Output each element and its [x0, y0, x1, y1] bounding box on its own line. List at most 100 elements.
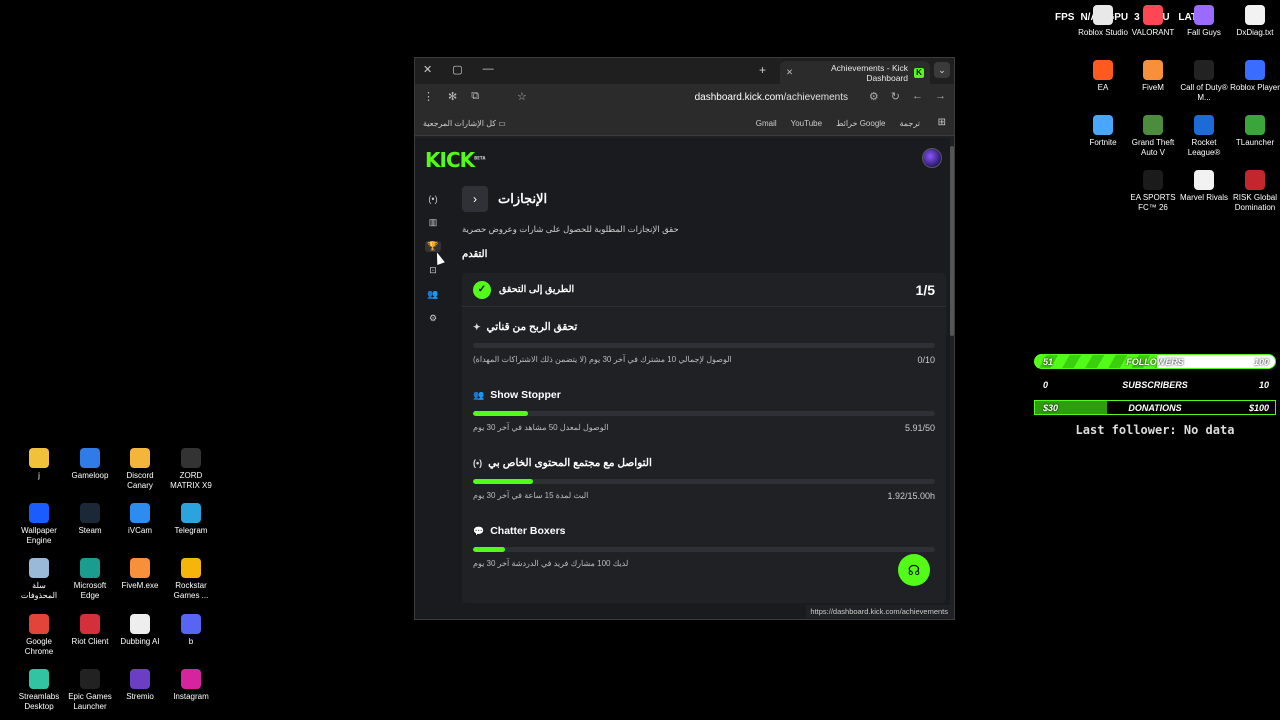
bookmark-item[interactable]: Gmail — [756, 119, 777, 128]
desktop-shortcut[interactable]: Riot Client — [64, 614, 116, 647]
reload-icon[interactable]: ↻ — [891, 90, 900, 103]
close-window-icon[interactable]: ✕ — [423, 63, 432, 76]
desktop-shortcut[interactable]: FiveM — [1127, 60, 1179, 93]
back-icon[interactable]: → — [935, 90, 946, 103]
desktop-shortcut[interactable]: TLauncher — [1229, 115, 1280, 148]
desktop-shortcut[interactable]: b — [165, 614, 217, 647]
close-tab-icon[interactable]: ✕ — [786, 67, 793, 78]
card-title: الطريق إلى التحقق — [499, 284, 575, 295]
desktop-shortcut[interactable]: j — [13, 448, 65, 481]
minimize-window-icon[interactable]: — — [483, 63, 494, 76]
new-tab-icon[interactable]: + — [759, 63, 766, 77]
desktop-shortcut[interactable]: Instagram — [165, 669, 217, 702]
desktop-shortcut[interactable]: Microsoft Edge — [64, 558, 116, 601]
sidebar-item-settings-icon[interactable]: ⚙ — [425, 313, 441, 324]
kick-logo[interactable]: KICKBETA — [425, 148, 485, 172]
logo-text: KICK — [425, 148, 475, 172]
desktop-shortcut-label: Roblox Player — [1230, 83, 1280, 92]
desktop-shortcut[interactable]: Epic Games Launcher — [64, 669, 116, 712]
achievement-progress-text: 1.92/15.00h — [887, 491, 935, 501]
desktop-shortcut[interactable]: Grand Theft Auto V — [1127, 115, 1179, 158]
achievement-name-row: ✦ تحقق الربح من قناتي — [473, 321, 577, 333]
back-button[interactable]: › — [462, 186, 488, 212]
desktop-shortcut[interactable]: Roblox Player — [1229, 60, 1280, 93]
chrome-icon — [29, 614, 49, 634]
desktop-shortcut[interactable]: Fall Guys — [1178, 5, 1230, 38]
sparkle-icon: ✦ — [473, 321, 481, 332]
avatar[interactable] — [922, 148, 942, 168]
page-subtitle: حقق الإنجازات المطلوبة للحصول على شارات … — [462, 224, 679, 234]
call-of-duty-icon — [1194, 60, 1214, 80]
desktop-shortcut[interactable]: iVCam — [114, 503, 166, 536]
achievement-name-row: 👥 Show Stopper — [473, 389, 561, 401]
desktop-shortcut[interactable]: Rockstar Games ... — [165, 558, 217, 601]
sidebar-item-analytics-icon[interactable]: ▥ — [425, 217, 441, 228]
desktop-shortcut[interactable]: Steam — [64, 503, 116, 536]
screenshot-icon[interactable]: ⧉ — [471, 90, 479, 103]
desktop-shortcut[interactable]: Stremio — [114, 669, 166, 702]
desktop-shortcut-label: Call of Duty® M... — [1180, 83, 1228, 102]
sidebar-item-community-icon[interactable]: 👥 — [425, 289, 441, 300]
card-count: 1/5 — [915, 281, 935, 298]
desktop-shortcut[interactable]: RISK Global Domination — [1229, 170, 1280, 213]
desktop-shortcut[interactable]: FiveM.exe — [114, 558, 166, 591]
sidebar-item-moderation-icon[interactable]: ⊡ — [425, 265, 441, 276]
valorant-icon — [1143, 5, 1163, 25]
bookmark-star-icon[interactable]: ☆ — [517, 90, 527, 103]
desktop-shortcut[interactable]: Telegram — [165, 503, 217, 536]
tab-search-chevron-icon[interactable]: ⌄ — [934, 62, 950, 78]
forward-icon[interactable]: ← — [912, 90, 923, 103]
roblox-player-icon — [1245, 60, 1265, 80]
desktop-shortcut[interactable]: VALORANT — [1127, 5, 1179, 38]
desktop-shortcut-label: b — [188, 637, 194, 646]
scrollbar-thumb[interactable] — [950, 146, 954, 336]
browser-window: ✕ ▢ — + ✕ Achievements - Kick Dashboard … — [414, 57, 955, 620]
sidebar-item-stream-icon[interactable]: (•) — [425, 194, 441, 204]
address-bar[interactable]: dashboard.kick.com/achievements — [695, 92, 848, 103]
desktop-shortcut[interactable]: ZORD MATRIX X9 — [165, 448, 217, 491]
achievement-progress-fill — [473, 479, 534, 484]
apps-grid-icon[interactable]: ⊞ — [938, 117, 946, 128]
sidebar-item-achievements-icon[interactable]: 🏆 — [425, 241, 441, 252]
extensions-icon[interactable]: ✻ — [448, 90, 457, 103]
users-icon: 👥 — [473, 389, 485, 400]
desktop-shortcut[interactable]: Wallpaper Engine — [13, 503, 65, 546]
desktop: FPSN/A GPU3 CPU LATA Roblox StudioVALORA… — [0, 0, 1280, 720]
desktop-shortcut[interactable]: Google Chrome — [13, 614, 65, 657]
desktop-shortcut[interactable]: Discord Canary — [114, 448, 166, 491]
achievement-progress-fill — [473, 547, 506, 552]
desktop-shortcut[interactable]: Streamlabs Desktop — [13, 669, 65, 712]
tab-achievements[interactable]: ✕ Achievements - Kick Dashboard K — [780, 61, 930, 84]
bookmark-item[interactable]: خرائط Google — [836, 119, 885, 128]
desktop-shortcut[interactable]: Call of Duty® M... — [1178, 60, 1230, 103]
desktop-shortcut[interactable]: Dubbing AI — [114, 614, 166, 647]
site-settings-icon[interactable]: ⚙ — [869, 90, 879, 103]
subscribers-goal-bar: 0 SUBSCRIBERS 10 — [1034, 377, 1276, 392]
desktop-shortcut-label: iVCam — [127, 526, 152, 535]
desktop-shortcut[interactable]: Rocket League® — [1178, 115, 1230, 158]
desktop-shortcut[interactable]: DxDiag.txt — [1229, 5, 1280, 38]
desktop-shortcut[interactable]: سلة المحذوفات — [13, 558, 65, 601]
support-chat-button[interactable]: ☊ — [898, 554, 930, 586]
folder-icon — [29, 448, 49, 468]
desktop-shortcut[interactable]: EA SPORTS FC™ 26 — [1127, 170, 1179, 213]
desktop-shortcut[interactable]: Gameloop — [64, 448, 116, 481]
section-title: التقدم — [462, 249, 488, 260]
chat-icon: 💬 — [473, 525, 485, 536]
desktop-shortcut[interactable]: Marvel Rivals — [1178, 170, 1230, 203]
desktop-shortcut[interactable]: EA — [1077, 60, 1129, 93]
menu-kebab-icon[interactable]: ⋮ — [423, 90, 434, 103]
desktop-shortcut[interactable]: Roblox Studio — [1077, 5, 1129, 38]
stream-goals-widget: 51 FOLLOWERS 100 0 SUBSCRIBERS 10 $30 DO… — [1034, 354, 1276, 437]
desktop-shortcut[interactable]: Fortnite — [1077, 115, 1129, 148]
achievement-item: 👥 Show Stopper الوصول لمعدل 50 مشاهد في آخ… — [473, 375, 935, 443]
subscribers-label: SUBSCRIBERS — [1122, 380, 1188, 390]
maximize-window-icon[interactable]: ▢ — [452, 63, 462, 76]
tab-title: Achievements - Kick Dashboard — [831, 62, 908, 83]
bookmark-item[interactable]: YouTube — [791, 119, 822, 128]
donations-label: DONATIONS — [1128, 403, 1182, 413]
achievement-progress-text: 5.91/50 — [904, 423, 935, 433]
all-bookmarks[interactable]: كل الإشارات المرجعية ▭ — [423, 119, 506, 128]
marvel-rivals-file-icon — [1194, 170, 1214, 190]
bookmark-item[interactable]: ترجمة — [900, 119, 921, 128]
